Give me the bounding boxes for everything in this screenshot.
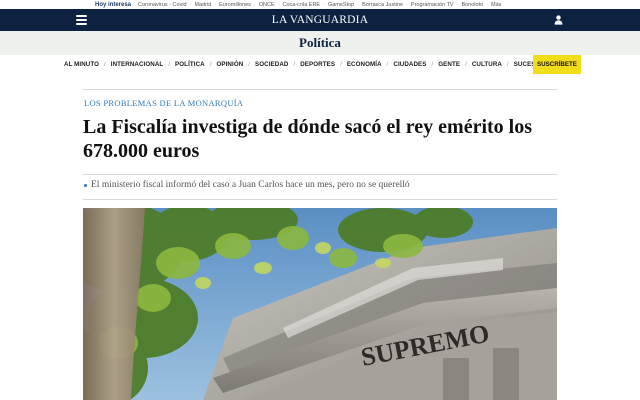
section-bar: Política [0,31,640,55]
article-kicker[interactable]: LOS PROBLEMAS DE LA MONARQUÍA [84,98,243,108]
user-icon[interactable] [554,15,563,25]
nav-item-deportes[interactable]: DEPORTES [300,61,335,68]
masthead: LA VANGUARDIA [0,9,640,31]
trending-item[interactable]: ONCE [259,2,275,8]
nav-item-cultura[interactable]: CULTURA [472,61,502,68]
trending-bar: Hoy interesa Coronavirus - Covid · Madrid… [0,0,640,9]
trending-item[interactable]: Coca-cola ERE [283,2,321,8]
subscribe-button[interactable]: SUSCRÍBETE [533,55,581,74]
divider [83,89,557,90]
article-photo: SUPREMO [83,208,557,400]
article-summary: El ministerio fiscal informó del caso a … [84,180,554,190]
site-logo[interactable]: LA VANGUARDIA [272,14,368,26]
section-title[interactable]: Política [299,35,341,51]
nav-item-politica[interactable]: POLÍTICA [175,61,205,68]
hamburger-menu-icon[interactable] [76,15,87,25]
article-summary-text: El ministerio fiscal informó del caso a … [91,180,410,190]
trending-item[interactable]: Madrid [194,2,211,8]
trending-item[interactable]: Euromillones [219,2,251,8]
nav-item-economia[interactable]: ECONOMÍA [347,61,382,68]
trending-item[interactable]: Coronavirus - Covid [138,2,187,8]
trending-more[interactable]: Más [491,2,501,8]
trending-item[interactable]: Programación TV [411,2,454,8]
divider [83,199,557,200]
nav-item-ciudades[interactable]: CIUDADES [393,61,426,68]
bullet-icon [84,183,87,187]
article-headline: La Fiscalía investiga de dónde sacó el r… [83,116,533,162]
nav-item-al-minuto[interactable]: AL MINUTO [64,61,99,68]
nav-item-sociedad[interactable]: SOCIEDAD [255,61,288,68]
trending-item[interactable]: GameStop [328,2,354,8]
nav-item-gente[interactable]: GENTE [438,61,460,68]
trending-lead: Hoy interesa [95,1,132,8]
divider [83,174,557,175]
nav-item-opinion[interactable]: OPINIÓN [216,61,243,68]
trending-item[interactable]: Borrasca Justine [362,2,403,8]
trending-item[interactable]: Bonoloto [461,2,483,8]
nav-item-internacional[interactable]: INTERNACIONAL [111,61,164,68]
section-nav: AL MINUTO / INTERNACIONAL / POLÍTICA / OPIN… [64,61,545,68]
